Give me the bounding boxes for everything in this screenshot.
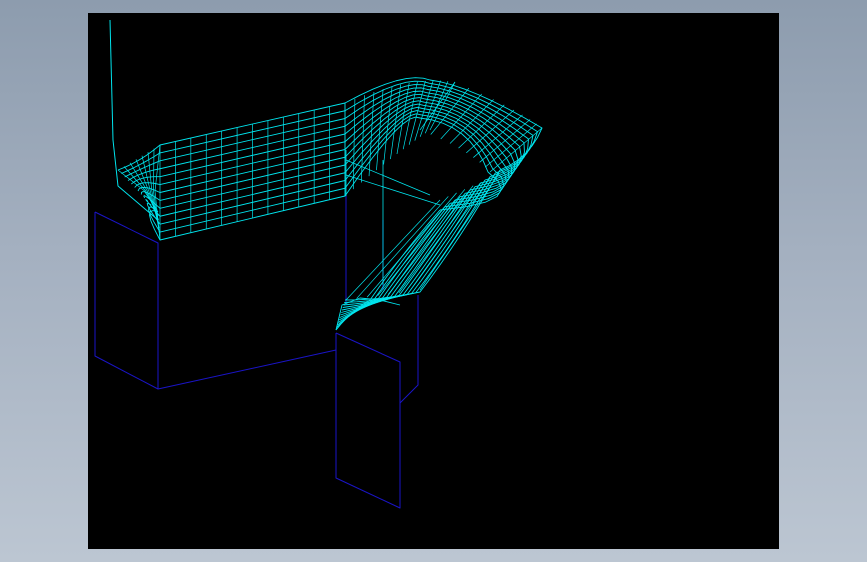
wireframe-model	[94, 19, 543, 509]
return-sweep-wire	[343, 176, 491, 306]
diagonal-strip-wire	[345, 199, 441, 301]
lead-in-wire	[109, 19, 159, 221]
cad-viewport[interactable]	[88, 13, 779, 549]
diagonal-strip-wire	[356, 196, 449, 299]
top-corner-grid-wire	[383, 86, 393, 165]
right-block-back-edge	[399, 295, 419, 404]
left-block-edges	[94, 211, 159, 390]
left-block-bottom-edge	[157, 349, 337, 390]
right-block-edges	[335, 332, 401, 509]
inner-channel-wire	[345, 159, 431, 196]
top-corner-grid-wire	[396, 82, 410, 155]
sweep-wire	[134, 93, 522, 188]
sweep-wire	[127, 87, 529, 181]
top-corner-grid-wire	[376, 89, 384, 171]
swept-surface-wires	[109, 19, 543, 331]
diagonal-strip-wire	[409, 178, 490, 292]
solid-body-edges	[94, 196, 419, 509]
diagonal-strip-wire	[419, 174, 499, 291]
